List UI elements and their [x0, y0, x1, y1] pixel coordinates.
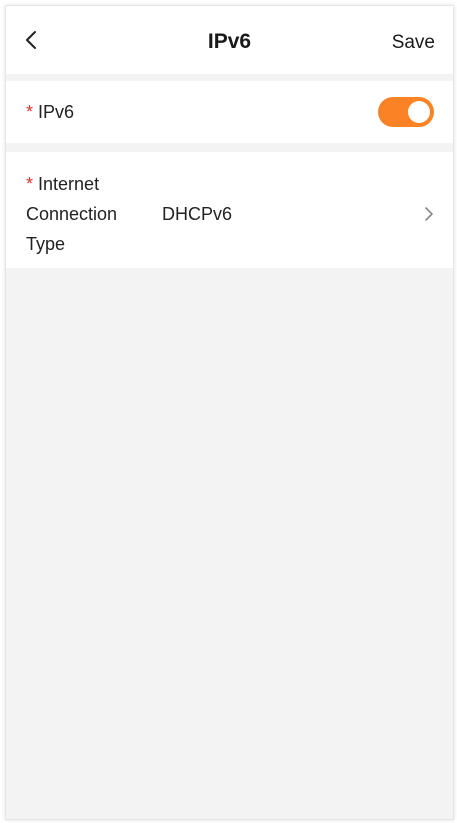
page-title: IPv6: [207, 30, 252, 53]
chevron-right-icon: [425, 207, 433, 221]
save-button[interactable]: Save: [392, 32, 435, 54]
ipv6-label-text: IPv6: [38, 102, 75, 122]
connection-label-line1: Internet: [38, 174, 100, 194]
connection-type-label: * Internet Connection Type: [26, 169, 146, 259]
connection-label-line3: Type: [26, 234, 66, 254]
header-bar: IPv6 Save: [6, 6, 453, 74]
toggle-knob: [408, 101, 430, 123]
ipv6-label: * IPv6: [26, 102, 74, 123]
connection-label-line2: Connection: [26, 204, 118, 224]
phone-screen: IPv6 Save * IPv6 * Internet Connection T…: [5, 5, 454, 820]
required-asterisk: *: [26, 102, 34, 122]
internet-connection-type-row[interactable]: * Internet Connection Type DHCPv6: [6, 152, 453, 268]
required-asterisk: *: [26, 174, 34, 194]
ipv6-row: * IPv6: [6, 81, 453, 143]
connection-type-value: DHCPv6: [162, 204, 233, 224]
ipv6-toggle[interactable]: [378, 97, 434, 127]
